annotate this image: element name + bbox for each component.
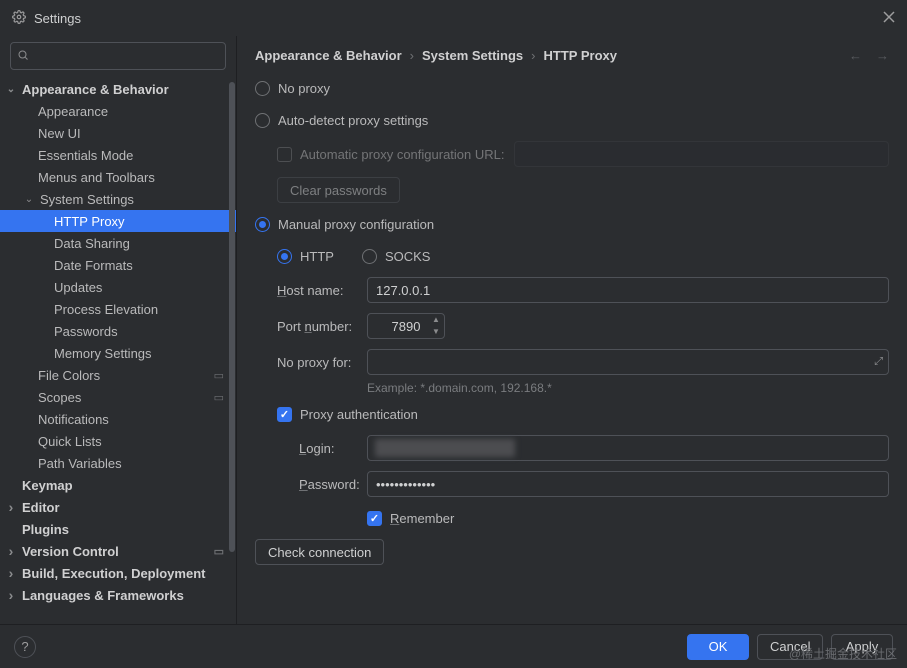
checkbox-auto-url: Automatic proxy configuration URL: xyxy=(255,141,889,167)
checkbox-auth-label: Proxy authentication xyxy=(300,407,418,422)
help-button[interactable]: ? xyxy=(14,636,36,658)
tree-build[interactable]: Build, Execution, Deployment xyxy=(0,562,236,584)
no-proxy-for-label: No proxy for: xyxy=(277,355,367,370)
nav-forward-icon[interactable]: → xyxy=(876,48,889,63)
password-input[interactable] xyxy=(367,471,889,497)
chevron-right-icon: › xyxy=(410,48,414,63)
radio-no-proxy[interactable]: No proxy xyxy=(255,77,889,99)
checkbox-remember[interactable]: Remember xyxy=(255,507,889,529)
scope-icon: ▭ xyxy=(214,369,224,382)
settings-tree: Appearance & Behavior Appearance New UI … xyxy=(0,78,236,624)
radio-http[interactable] xyxy=(277,249,292,264)
tree-version-control[interactable]: Version Control▭ xyxy=(0,540,236,562)
tree-quick-lists[interactable]: Quick Lists xyxy=(0,430,236,452)
tree-notifications[interactable]: Notifications xyxy=(0,408,236,430)
search-icon xyxy=(17,49,29,64)
tree-menus-toolbars[interactable]: Menus and Toolbars xyxy=(0,166,236,188)
tree-path-variables[interactable]: Path Variables xyxy=(0,452,236,474)
tree-appearance-behavior[interactable]: Appearance & Behavior xyxy=(0,78,236,100)
tree-file-colors[interactable]: File Colors▭ xyxy=(0,364,236,386)
tree-essentials-mode[interactable]: Essentials Mode xyxy=(0,144,236,166)
password-label: Password: xyxy=(299,477,367,492)
titlebar: Settings xyxy=(0,0,907,36)
search-input[interactable] xyxy=(33,49,219,64)
tree-system-settings[interactable]: System Settings xyxy=(0,188,236,210)
radio-socks-label: SOCKS xyxy=(385,249,431,264)
tree-data-sharing[interactable]: Data Sharing xyxy=(0,232,236,254)
cancel-button[interactable]: Cancel xyxy=(757,634,823,660)
radio-http-label: HTTP xyxy=(300,249,334,264)
port-label: Port number: xyxy=(277,319,367,334)
nav-back-icon[interactable]: ← xyxy=(849,48,862,63)
breadcrumb: Appearance & Behavior › System Settings … xyxy=(255,48,889,63)
spin-down-icon[interactable]: ▼ xyxy=(428,326,444,338)
tree-scopes[interactable]: Scopes▭ xyxy=(0,386,236,408)
radio-auto-detect[interactable]: Auto-detect proxy settings xyxy=(255,109,889,131)
scope-icon: ▭ xyxy=(214,391,224,404)
tree-updates[interactable]: Updates xyxy=(0,276,236,298)
content-pane: Appearance & Behavior › System Settings … xyxy=(237,36,907,624)
check-connection-button[interactable]: Check connection xyxy=(255,539,384,565)
login-blurred-value xyxy=(375,439,515,457)
chevron-right-icon: › xyxy=(531,48,535,63)
checkbox-auth[interactable]: Proxy authentication xyxy=(255,403,889,425)
spin-up-icon[interactable]: ▲ xyxy=(428,314,444,326)
scope-icon: ▭ xyxy=(214,545,224,558)
no-proxy-for-input[interactable] xyxy=(367,349,889,375)
window-title: Settings xyxy=(34,11,81,26)
tree-process-elevation[interactable]: Process Elevation xyxy=(0,298,236,320)
remember-label: Remember xyxy=(390,511,454,526)
tree-new-ui[interactable]: New UI xyxy=(0,122,236,144)
tree-languages[interactable]: Languages & Frameworks xyxy=(0,584,236,606)
expand-icon[interactable]: ⤢ xyxy=(874,356,883,369)
tree-http-proxy[interactable]: HTTP Proxy xyxy=(0,210,236,232)
radio-auto-detect-label: Auto-detect proxy settings xyxy=(278,113,428,128)
crumb-http-proxy[interactable]: HTTP Proxy xyxy=(544,48,617,63)
radio-manual[interactable]: Manual proxy configuration xyxy=(255,213,889,235)
radio-manual-label: Manual proxy configuration xyxy=(278,217,434,232)
footer: ? OK Cancel Apply xyxy=(0,624,907,668)
crumb-appearance-behavior[interactable]: Appearance & Behavior xyxy=(255,48,402,63)
radio-socks[interactable] xyxy=(362,249,377,264)
close-icon[interactable] xyxy=(883,11,895,26)
gear-icon xyxy=(12,10,26,27)
sidebar-scrollbar[interactable] xyxy=(229,82,235,552)
tree-appearance[interactable]: Appearance xyxy=(0,100,236,122)
apply-button[interactable]: Apply xyxy=(831,634,893,660)
ok-button[interactable]: OK xyxy=(687,634,749,660)
tree-memory-settings[interactable]: Memory Settings xyxy=(0,342,236,364)
auto-url-label: Automatic proxy configuration URL: xyxy=(300,147,504,162)
host-input[interactable] xyxy=(367,277,889,303)
tree-plugins[interactable]: Plugins xyxy=(0,518,236,540)
crumb-system-settings[interactable]: System Settings xyxy=(422,48,523,63)
clear-passwords-button: Clear passwords xyxy=(277,177,400,203)
host-label: HHost name:ost name: xyxy=(277,283,367,298)
tree-editor[interactable]: Editor xyxy=(0,496,236,518)
no-proxy-example: Example: *.domain.com, 192.168.* xyxy=(367,381,889,395)
radio-no-proxy-label: No proxy xyxy=(278,81,330,96)
auto-url-input xyxy=(514,141,889,167)
search-input-wrap[interactable] xyxy=(10,42,226,70)
login-label: Login: xyxy=(299,441,367,456)
tree-keymap[interactable]: Keymap xyxy=(0,474,236,496)
tree-passwords[interactable]: Passwords xyxy=(0,320,236,342)
sidebar: Appearance & Behavior Appearance New UI … xyxy=(0,36,237,624)
tree-date-formats[interactable]: Date Formats xyxy=(0,254,236,276)
